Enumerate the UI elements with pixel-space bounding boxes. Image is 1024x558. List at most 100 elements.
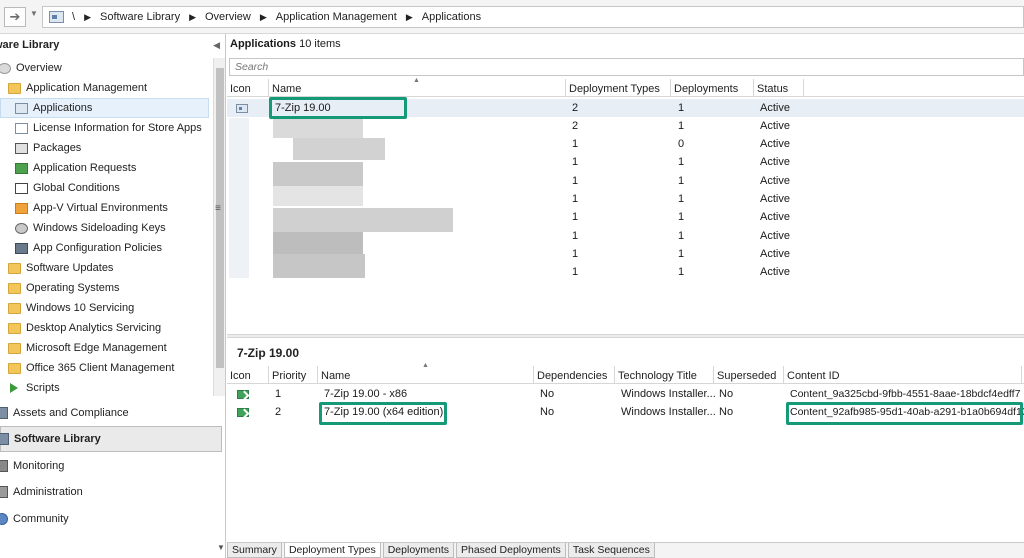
- cell-status: Active: [760, 230, 790, 242]
- back-arrow-icon[interactable]: ➔: [4, 7, 26, 27]
- column-header-icon[interactable]: Icon: [227, 366, 269, 384]
- sort-ascending-icon: ▲: [422, 362, 429, 369]
- breadcrumb[interactable]: \ ▶ Software Library ▶ Overview ▶ Applic…: [42, 6, 1024, 28]
- tree-item-application-management[interactable]: Application Management: [0, 78, 213, 98]
- tab-deployment-types[interactable]: Deployment Types: [283, 543, 381, 558]
- tree-item-microsoft-edge-management[interactable]: Microsoft Edge Management: [0, 338, 213, 358]
- column-header-deployments[interactable]: Deployments: [671, 79, 754, 97]
- workspace-assets-and-compliance[interactable]: Assets and Compliance: [0, 400, 222, 426]
- column-header-priority[interactable]: Priority: [269, 366, 318, 384]
- tree-item-global-conditions[interactable]: Global Conditions: [0, 178, 213, 198]
- navigation-pane-title: ware Library: [0, 39, 60, 51]
- breadcrumb-item[interactable]: Overview: [205, 11, 251, 23]
- highlight-box: [269, 97, 407, 119]
- column-header-deployment-types[interactable]: Deployment Types: [566, 79, 671, 97]
- tree-item-label: App-V Virtual Environments: [33, 202, 168, 214]
- workspace-label: Assets and Compliance: [13, 407, 129, 419]
- tree-item-application-requests[interactable]: Application Requests: [0, 158, 213, 178]
- workspace-label: Administration: [13, 486, 83, 498]
- tree-item-sideloading-keys[interactable]: Windows Sideloading Keys: [0, 218, 213, 238]
- cell-name: 7-Zip 19.00 - x86: [324, 388, 408, 400]
- cell-status: Active: [760, 102, 790, 114]
- redacted-icons: [229, 118, 249, 278]
- folder-icon: [8, 342, 21, 354]
- workspace-label: Monitoring: [13, 460, 65, 472]
- assets-icon: [0, 407, 8, 419]
- tree-item-appv-environments[interactable]: App-V Virtual Environments: [0, 198, 213, 218]
- tree-item-scripts[interactable]: Scripts: [0, 378, 213, 396]
- column-header-dependencies[interactable]: Dependencies: [534, 366, 615, 384]
- history-dropdown-icon[interactable]: ▼: [30, 9, 38, 18]
- breadcrumb-root[interactable]: \: [72, 11, 75, 23]
- column-header-content-id[interactable]: Content ID: [784, 366, 1022, 384]
- tree-item-packages[interactable]: Packages: [0, 138, 213, 158]
- tab-summary[interactable]: Summary: [227, 543, 282, 558]
- deployment-types-grid-header: Icon Priority Name Dependencies Technolo…: [227, 366, 1024, 384]
- breadcrumb-item[interactable]: Software Library: [100, 11, 180, 23]
- tree-item-label: Global Conditions: [33, 182, 120, 194]
- software-library-icon: [0, 433, 9, 445]
- pane-splitter[interactable]: [227, 334, 1024, 338]
- cell-status: Active: [760, 248, 790, 260]
- tree-item-applications[interactable]: Applications: [0, 98, 209, 118]
- tabs-scroll-icon[interactable]: ▼: [217, 543, 225, 552]
- tree-item-app-configuration-policies[interactable]: App Configuration Policies: [0, 238, 213, 258]
- cell-status: Active: [760, 138, 790, 150]
- cell-deployment-types: 1: [572, 156, 579, 168]
- tab-deployments[interactable]: Deployments: [382, 543, 454, 558]
- breadcrumb-separator-icon[interactable]: ▶: [84, 12, 91, 23]
- cell-deployment-types: 1: [572, 175, 579, 187]
- cell-content-id: Content_9a325cbd-9fbb-4551-8aae-18bdcf4e…: [790, 388, 1021, 400]
- tab-phased-deployments[interactable]: Phased Deployments: [456, 543, 566, 558]
- address-bar: ➔ ▼ \ ▶ Software Library ▶ Overview ▶ Ap…: [0, 0, 1024, 34]
- navigation-scrollbar[interactable]: ≡: [213, 58, 225, 396]
- cell-deployment-types: 2: [572, 120, 579, 132]
- cell-status: Active: [760, 120, 790, 132]
- results-header: Applications 10 items: [230, 38, 341, 50]
- cell-priority: 2: [275, 406, 282, 418]
- cell-deployment-types: 1: [572, 193, 579, 205]
- tree-item-label: Overview: [16, 62, 62, 74]
- breadcrumb-item[interactable]: Applications: [422, 11, 481, 23]
- workspace-community[interactable]: Community: [0, 506, 222, 532]
- search-input[interactable]: Search: [229, 58, 1024, 76]
- breadcrumb-separator-icon[interactable]: ▶: [260, 12, 267, 23]
- column-header-icon[interactable]: Icon: [227, 79, 269, 97]
- column-header-technology-title[interactable]: Technology Title: [615, 366, 714, 384]
- tree-item-license-information[interactable]: License Information for Store Apps: [0, 118, 213, 138]
- scrollbar-thumb[interactable]: [216, 68, 224, 368]
- tree-item-label: Software Updates: [26, 262, 114, 274]
- tree-item-desktop-analytics-servicing[interactable]: Desktop Analytics Servicing: [0, 318, 213, 338]
- folder-icon: [8, 262, 21, 274]
- breadcrumb-item[interactable]: Application Management: [276, 11, 397, 23]
- tree-item-label: Scripts: [26, 382, 60, 394]
- tree-item-overview[interactable]: Overview: [0, 58, 213, 78]
- cell-dependencies: No: [540, 406, 555, 418]
- column-header-status[interactable]: Status: [754, 79, 804, 97]
- workspace-software-library[interactable]: Software Library: [0, 426, 222, 452]
- redacted-name: [273, 186, 363, 206]
- cell-deployments: 1: [678, 120, 685, 132]
- cell-deployments: 1: [678, 102, 685, 114]
- monitoring-icon: [0, 460, 8, 472]
- cell-deployment-types: 1: [572, 230, 579, 242]
- workspace-administration[interactable]: Administration: [0, 479, 222, 505]
- tree-item-windows-10-servicing[interactable]: Windows 10 Servicing: [0, 298, 213, 318]
- cell-deployment-types: 1: [572, 248, 579, 260]
- folder-icon: [8, 302, 21, 314]
- tree-item-label: Packages: [33, 142, 82, 154]
- sort-ascending-icon: ▲: [413, 77, 420, 84]
- table-row[interactable]: 1 7-Zip 19.00 - x86 No Windows Installer…: [227, 385, 1024, 403]
- tab-task-sequences[interactable]: Task Sequences: [567, 543, 655, 558]
- tree-item-label: Operating Systems: [26, 282, 120, 294]
- breadcrumb-separator-icon[interactable]: ▶: [189, 12, 196, 23]
- column-header-superseded[interactable]: Superseded: [714, 366, 784, 384]
- tree-item-operating-systems[interactable]: Operating Systems: [0, 278, 213, 298]
- tree-item-label: Windows 10 Servicing: [26, 302, 135, 314]
- tree-item-software-updates[interactable]: Software Updates: [0, 258, 213, 278]
- breadcrumb-separator-icon[interactable]: ▶: [406, 12, 413, 23]
- splitter-grip-icon[interactable]: ≡: [215, 203, 221, 214]
- workspace-monitoring[interactable]: Monitoring: [0, 453, 222, 479]
- collapse-pane-icon[interactable]: ◀: [213, 40, 220, 51]
- tree-item-office-365-client-management[interactable]: Office 365 Client Management: [0, 358, 213, 378]
